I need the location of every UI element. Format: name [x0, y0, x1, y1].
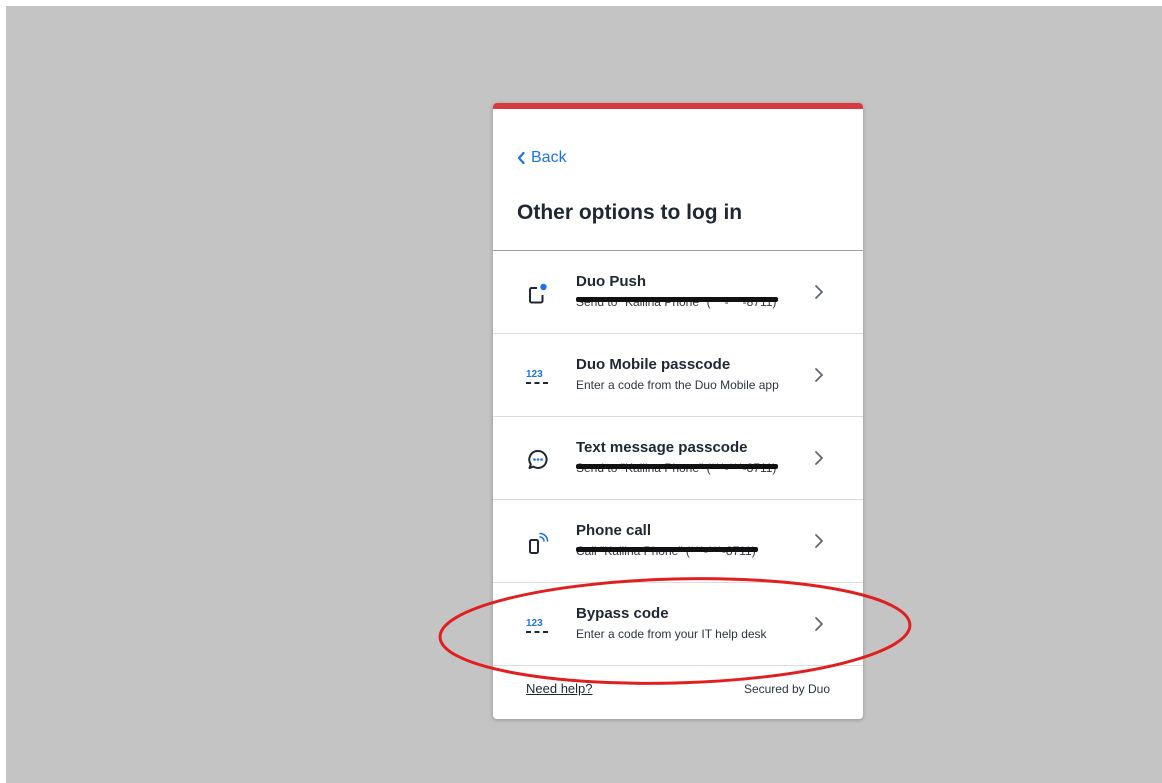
option-duo-mobile-passcode[interactable]: 123 Duo Mobile passcode Enter a code fro…	[493, 334, 863, 417]
option-title: Phone call	[576, 522, 652, 539]
passcode-123-icon: 123	[526, 618, 548, 633]
chevron-right-icon	[815, 617, 823, 631]
back-link[interactable]: Back	[517, 149, 567, 167]
chevron-right-icon	[815, 285, 823, 299]
back-label: Back	[531, 149, 567, 166]
secured-by-label: Secured by Duo	[743, 682, 830, 696]
passcode-123-icon: 123	[526, 369, 548, 384]
option-text-message-passcode[interactable]: Text message passcode Send to "Kallina P…	[493, 417, 863, 500]
option-bypass-code[interactable]: 123 Bypass code Enter a code from your I…	[493, 583, 863, 666]
redaction-mark	[576, 297, 778, 302]
option-phone-call[interactable]: Phone call Call "Kallina Phone" (***-***…	[493, 500, 863, 583]
need-help-link[interactable]: Need help?	[526, 681, 593, 696]
option-duo-push[interactable]: Duo Push Send to "Kallina Phone" (***-**…	[493, 251, 863, 334]
chevron-right-icon	[815, 368, 823, 382]
option-title: Duo Push	[576, 273, 646, 290]
redaction-mark	[576, 464, 778, 469]
chevron-left-icon	[517, 152, 525, 164]
login-options-card: Back Other options to log in Duo Push Se…	[493, 103, 863, 719]
option-title: Duo Mobile passcode	[576, 356, 731, 373]
chat-bubble-icon	[528, 449, 548, 469]
option-subtitle: Enter a code from the Duo Mobile app	[576, 378, 779, 392]
accent-bar	[493, 103, 863, 109]
svg-text:123: 123	[526, 618, 543, 629]
page-title: Other options to log in	[517, 201, 743, 224]
option-title: Bypass code	[576, 605, 669, 622]
svg-text:123: 123	[526, 369, 543, 380]
chevron-right-icon	[815, 451, 823, 465]
phone-call-icon	[529, 532, 549, 554]
option-subtitle: Enter a code from your IT help desk	[576, 627, 767, 641]
phone-notification-icon	[529, 283, 547, 304]
redaction-mark	[576, 547, 758, 552]
chevron-right-icon	[815, 534, 823, 548]
option-title: Text message passcode	[576, 439, 748, 456]
